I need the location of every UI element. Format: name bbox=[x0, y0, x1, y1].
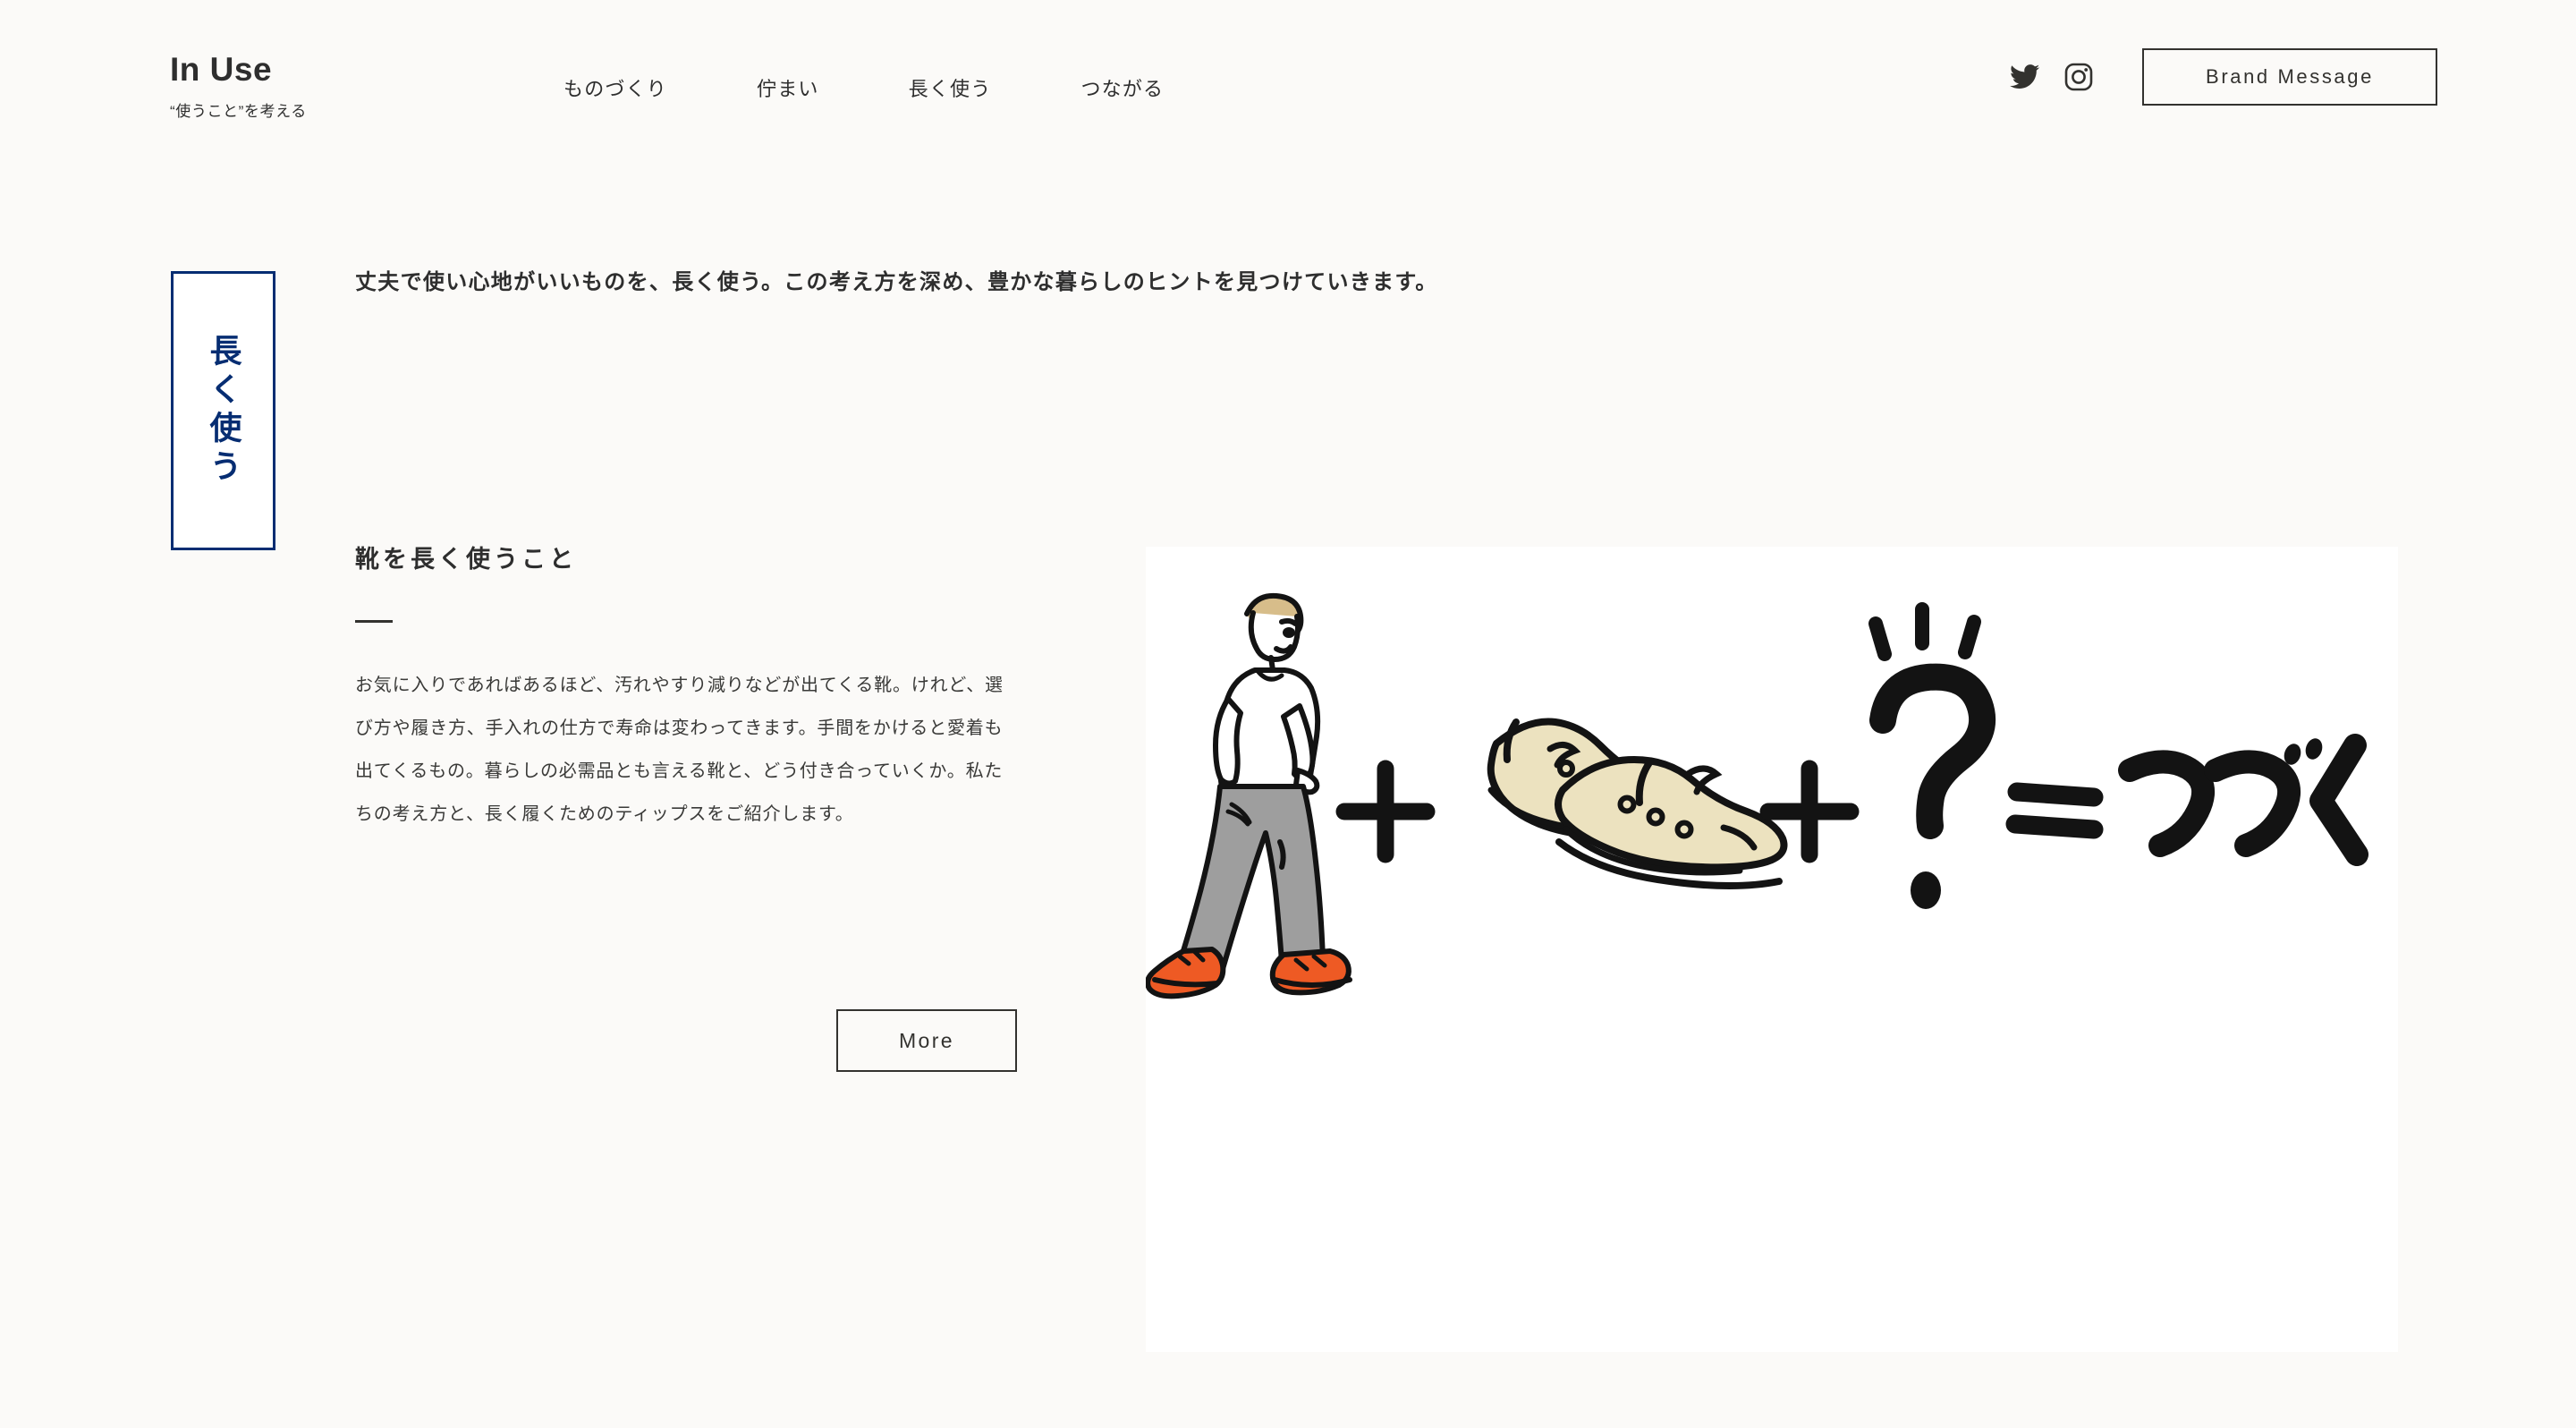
brand-name: In Use bbox=[170, 51, 273, 88]
nav-item-monozukuri[interactable]: ものづくり bbox=[564, 73, 667, 102]
category-tag-nagaku-tsukau[interactable]: 長く使う bbox=[171, 271, 275, 550]
article-body: お気に入りであればあるほど、汚れやすり減りなどが出てくる靴。けれど、選び方や履き… bbox=[355, 676, 1004, 825]
more-button-wrap: More bbox=[355, 1009, 1017, 1072]
nav-item-tatazumai[interactable]: 佇まい bbox=[757, 73, 819, 102]
illustration-equation bbox=[1146, 592, 2368, 999]
title-divider bbox=[355, 620, 393, 624]
header-actions: Brand Message bbox=[2008, 48, 2576, 106]
nav-item-tsunagaru[interactable]: つながる bbox=[1080, 73, 1164, 102]
article-title: 靴を長く使うこと bbox=[355, 546, 577, 573]
walking-person-illustration bbox=[1146, 592, 1352, 999]
equals-symbol bbox=[2005, 782, 2104, 839]
nav-item-nagaku-tsukau[interactable]: 長く使う bbox=[909, 73, 992, 102]
instagram-icon[interactable] bbox=[2062, 60, 2096, 94]
site-header: In Use “使うこと”を考える ものづくり 佇まい 長く使う つながる Br… bbox=[0, 0, 2576, 175]
article-text-column: 靴を長く使うこと お気に入りであればあるほど、汚れやすり減りなどが出てくる靴。け… bbox=[355, 544, 1017, 836]
main-navigation: ものづくり 佇まい 長く使う つながる bbox=[564, 73, 1164, 102]
brand-tagline: “使うこと”を考える bbox=[170, 102, 307, 120]
tsuzuku-text-illustration bbox=[2118, 734, 2368, 866]
sneakers-illustration bbox=[1487, 718, 1788, 889]
article-illustration-panel[interactable] bbox=[1146, 547, 2398, 1352]
lead-paragraph: 丈夫で使い心地がいいものを、長く使う。この考え方を深め、豊かな暮らしのヒントを見… bbox=[355, 270, 1438, 294]
brand-message-button[interactable]: Brand Message bbox=[2142, 48, 2437, 106]
spark-lines bbox=[1868, 602, 1981, 661]
brand-logo[interactable]: In Use “使うこと”を考える bbox=[170, 51, 307, 121]
category-tag-label: 長く使う bbox=[205, 334, 242, 488]
more-button[interactable]: More bbox=[836, 1009, 1017, 1072]
question-mark-symbol bbox=[1869, 663, 1996, 909]
plus-symbol-1 bbox=[1335, 760, 1436, 863]
twitter-icon[interactable] bbox=[2008, 60, 2042, 94]
